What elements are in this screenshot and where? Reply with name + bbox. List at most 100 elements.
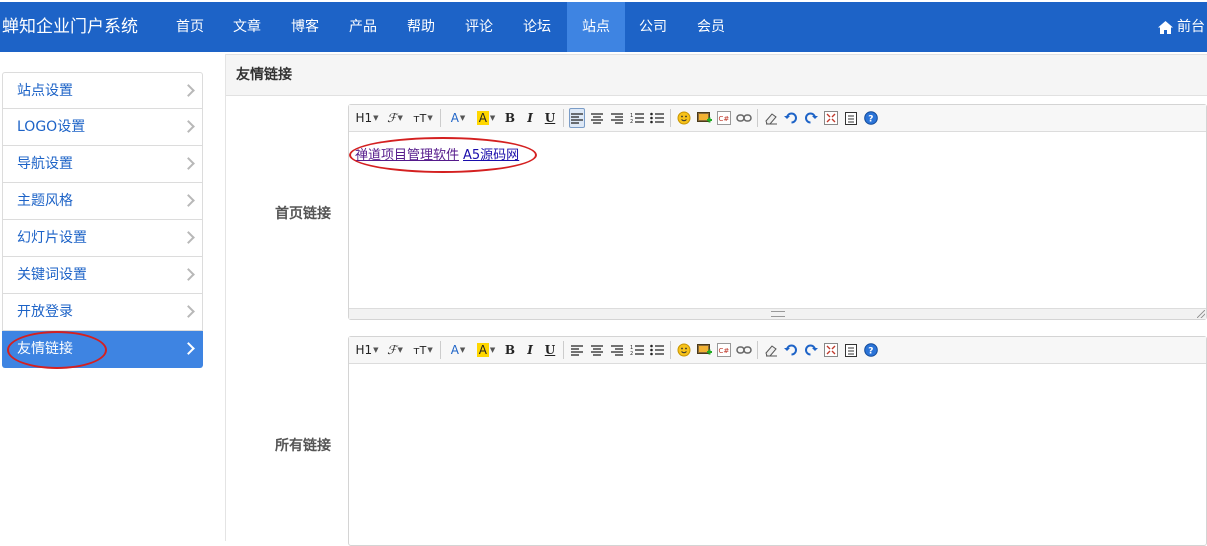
toolbar-separator — [440, 109, 441, 127]
toolbar-separator — [757, 109, 758, 127]
toolbar-separator — [670, 109, 671, 127]
unordered-list-icon[interactable] — [649, 340, 665, 360]
underline-button[interactable]: U — [542, 108, 558, 128]
top-navbar: 蝉知企业门户系统 首页 文章 博客 产品 帮助 评论 论坛 站点 公司 会员 前… — [0, 2, 1207, 52]
frontend-label: 前台 — [1177, 19, 1205, 35]
corner-resize-icon[interactable] — [1197, 310, 1205, 318]
resize-grip-icon — [770, 311, 785, 317]
emoticon-icon[interactable] — [676, 340, 692, 360]
nav-item-blog[interactable]: 博客 — [278, 2, 332, 52]
align-right-icon[interactable] — [609, 340, 625, 360]
chevron-right-icon — [182, 305, 195, 318]
link-icon[interactable] — [736, 340, 752, 360]
bold-button[interactable]: B — [502, 108, 518, 128]
image-icon[interactable] — [696, 340, 712, 360]
brand-title[interactable]: 蝉知企业门户系统 — [2, 2, 138, 52]
editor-resize-bar[interactable] — [349, 308, 1206, 319]
align-center-icon[interactable] — [589, 108, 605, 128]
font-size-button[interactable]: тT ▼ — [411, 340, 435, 360]
nav-item-comments[interactable]: 评论 — [452, 2, 506, 52]
paste-icon[interactable] — [843, 340, 859, 360]
paste-icon[interactable] — [843, 108, 859, 128]
home-icon — [1157, 20, 1174, 35]
nav-item-site[interactable]: 站点 — [567, 2, 625, 52]
eraser-icon[interactable] — [763, 340, 779, 360]
all-links-content[interactable] — [349, 364, 1206, 544]
sidebar-item-label: 开放登录 — [17, 304, 73, 320]
toolbar-separator — [440, 341, 441, 359]
all-links-editor: H1 ▼ ℱ ▼ тT ▼ A ▼ A ▼ B I U 12 C# ? — [348, 336, 1207, 546]
italic-button[interactable]: I — [522, 108, 538, 128]
svg-text:?: ? — [868, 115, 873, 125]
nav-item-company[interactable]: 公司 — [626, 2, 680, 52]
font-size-button[interactable]: тT ▼ — [411, 108, 435, 128]
undo-icon[interactable] — [783, 108, 799, 128]
align-right-icon[interactable] — [609, 108, 625, 128]
chevron-right-icon — [182, 157, 195, 170]
toolbar-separator — [563, 109, 564, 127]
forecolor-button[interactable]: A ▼ — [446, 340, 470, 360]
forecolor-button[interactable]: A ▼ — [446, 108, 470, 128]
link-a5[interactable]: A5源码网 — [463, 148, 519, 163]
fullscreen-icon[interactable] — [823, 340, 839, 360]
align-center-icon[interactable] — [589, 340, 605, 360]
sidebar-item-label: LOGO设置 — [17, 119, 86, 135]
eraser-icon[interactable] — [763, 108, 779, 128]
sidebar-item-keywords[interactable]: 关键词设置 — [2, 257, 203, 294]
nav-item-articles[interactable]: 文章 — [220, 2, 274, 52]
chevron-right-icon — [182, 342, 195, 355]
align-left-icon[interactable] — [569, 340, 585, 360]
sidebar-item-label: 主题风格 — [17, 193, 73, 209]
nav-item-home[interactable]: 首页 — [163, 2, 217, 52]
sidebar-item-theme[interactable]: 主题风格 — [2, 183, 203, 220]
toolbar-separator — [670, 341, 671, 359]
unordered-list-icon[interactable] — [649, 108, 665, 128]
chevron-right-icon — [182, 231, 195, 244]
nav-item-products[interactable]: 产品 — [336, 2, 390, 52]
home-links-editor: H1 ▼ ℱ ▼ тT ▼ A ▼ A ▼ B I U 12 C# ? 禅道项目… — [348, 104, 1207, 320]
backcolor-button[interactable]: A ▼ — [474, 108, 498, 128]
font-family-button[interactable]: ℱ ▼ — [383, 340, 407, 360]
ordered-list-icon[interactable]: 12 — [629, 108, 645, 128]
link-icon[interactable] — [736, 108, 752, 128]
nav-item-help[interactable]: 帮助 — [394, 2, 448, 52]
toolbar-separator — [563, 341, 564, 359]
redo-icon[interactable] — [803, 108, 819, 128]
help-icon[interactable]: ? — [863, 108, 879, 128]
sidebar-item-slideshow[interactable]: 幻灯片设置 — [2, 220, 203, 257]
home-links-content[interactable]: 禅道项目管理软件 A5源码网 — [349, 132, 1206, 175]
font-family-button[interactable]: ℱ ▼ — [383, 108, 407, 128]
nav-item-members[interactable]: 会员 — [684, 2, 738, 52]
toolbar-separator — [757, 341, 758, 359]
sidebar-item-open-login[interactable]: 开放登录 — [2, 294, 203, 331]
emoticon-icon[interactable] — [676, 108, 692, 128]
sidebar-item-logo-settings[interactable]: LOGO设置 — [2, 109, 203, 146]
heading-button[interactable]: H1 ▼ — [355, 340, 379, 360]
undo-icon[interactable] — [783, 340, 799, 360]
bold-button[interactable]: B — [502, 340, 518, 360]
editor-toolbar: H1 ▼ ℱ ▼ тT ▼ A ▼ A ▼ B I U 12 C# ? — [349, 337, 1206, 364]
image-icon[interactable] — [696, 108, 712, 128]
sidebar-item-label: 关键词设置 — [17, 267, 87, 283]
italic-button[interactable]: I — [522, 340, 538, 360]
link-zentao[interactable]: 禅道项目管理软件 — [355, 148, 459, 163]
sidebar-item-label: 导航设置 — [17, 156, 73, 172]
code-icon[interactable]: C# — [716, 340, 732, 360]
sidebar-item-label: 幻灯片设置 — [17, 230, 87, 246]
nav-item-forum[interactable]: 论坛 — [510, 2, 564, 52]
ordered-list-icon[interactable]: 12 — [629, 340, 645, 360]
chevron-right-icon — [182, 268, 195, 281]
fullscreen-icon[interactable] — [823, 108, 839, 128]
help-icon[interactable]: ? — [863, 340, 879, 360]
backcolor-button[interactable]: A ▼ — [474, 340, 498, 360]
redo-icon[interactable] — [803, 340, 819, 360]
frontend-link[interactable]: 前台 — [1157, 2, 1207, 52]
align-left-icon[interactable] — [569, 108, 585, 128]
chevron-right-icon — [182, 120, 195, 133]
sidebar-item-friend-links[interactable]: 友情链接 — [2, 331, 203, 368]
sidebar-item-nav-settings[interactable]: 导航设置 — [2, 146, 203, 183]
code-icon[interactable]: C# — [716, 108, 732, 128]
underline-button[interactable]: U — [542, 340, 558, 360]
heading-button[interactable]: H1 ▼ — [355, 108, 379, 128]
sidebar-item-site-settings[interactable]: 站点设置 — [2, 72, 203, 109]
